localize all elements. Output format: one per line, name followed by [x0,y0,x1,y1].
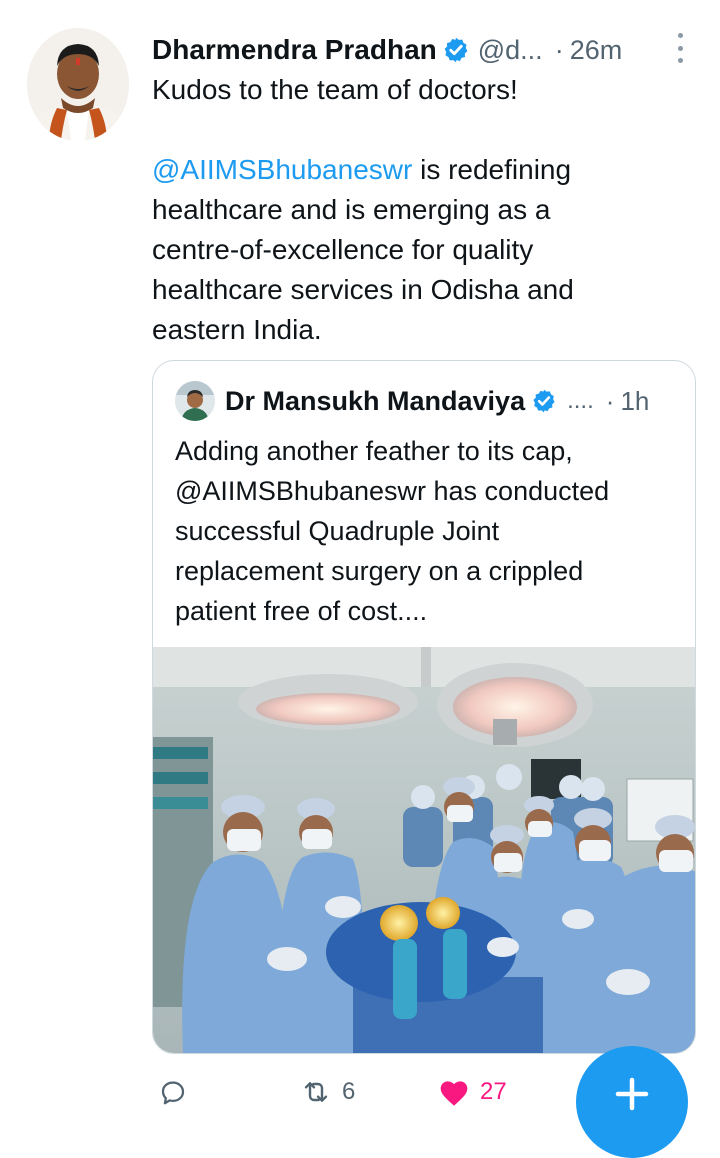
plus-icon [615,1077,649,1111]
quoted-text-line: @AIIMSBhubaneswr has conducted [175,476,610,506]
heart-icon [440,1081,468,1106]
quoted-tweet-timestamp[interactable]: 1h [620,386,649,417]
quoted-author-handle[interactable]: .... [567,387,594,415]
tweet-text-line: eastern India. [152,314,322,345]
tweet-text-line: Kudos to the team of doctors! [152,74,518,105]
author-avatar[interactable] [27,28,129,141]
surgery-team-photo [153,647,695,1053]
compose-button[interactable] [576,1046,688,1158]
mention-link[interactable]: @AIIMSBhubaneswr [152,154,412,185]
retweet-icon [304,1082,328,1102]
tweet-text-line: healthcare and is emerging as a [152,194,551,225]
quoted-author-name[interactable]: Dr Mansukh Mandaviya [225,386,525,417]
author-avatar-image [27,28,129,141]
tweet-timestamp[interactable]: 26m [570,35,623,66]
reply-button[interactable] [158,1072,198,1112]
quoted-tweet-photo[interactable] [153,647,695,1053]
like-button[interactable]: 27 [438,1072,507,1112]
tweet-text-fragment: is redefining [412,154,572,185]
quoted-text-line: successful Quadruple Joint [175,516,500,546]
verified-badge-icon [533,389,555,413]
reply-icon [161,1081,185,1105]
like-count: 27 [480,1078,507,1105]
quoted-tweet-text: Adding another feather to its cap, @AIIM… [175,431,675,631]
author-name[interactable]: Dharmendra Pradhan [152,34,437,66]
quoted-text-line: Adding another feather to its cap, [175,436,573,466]
retweet-button[interactable]: 6 [300,1072,355,1112]
quoted-tweet-card[interactable]: Dr Mansukh Mandaviya .... · 1h Adding an… [152,360,696,1054]
tweet-text-line: @AIIMSBhubaneswr is redefining [152,150,700,190]
more-vertical-icon[interactable] [668,33,692,63]
tweet-header: Dharmendra Pradhan @d... · 26m [152,30,720,70]
tweet-text-line: healthcare services in Odisha and [152,274,574,305]
separator-dot: · [605,385,615,416]
tweet-text: Kudos to the team of doctors! @AIIMSBhub… [152,70,700,350]
quoted-tweet-header: Dr Mansukh Mandaviya .... · 1h [175,381,681,421]
author-handle[interactable]: @d... [478,35,543,66]
retweet-count: 6 [342,1078,356,1105]
separator-dot: · [554,34,564,65]
quoted-text-line: patient free of cost.... [175,596,428,626]
verified-badge-icon [444,37,468,63]
tweet-text-line: centre-of-excellence for quality [152,234,534,265]
quoted-text-line: replacement surgery on a crippled [175,556,584,586]
quoted-author-avatar [175,381,215,421]
